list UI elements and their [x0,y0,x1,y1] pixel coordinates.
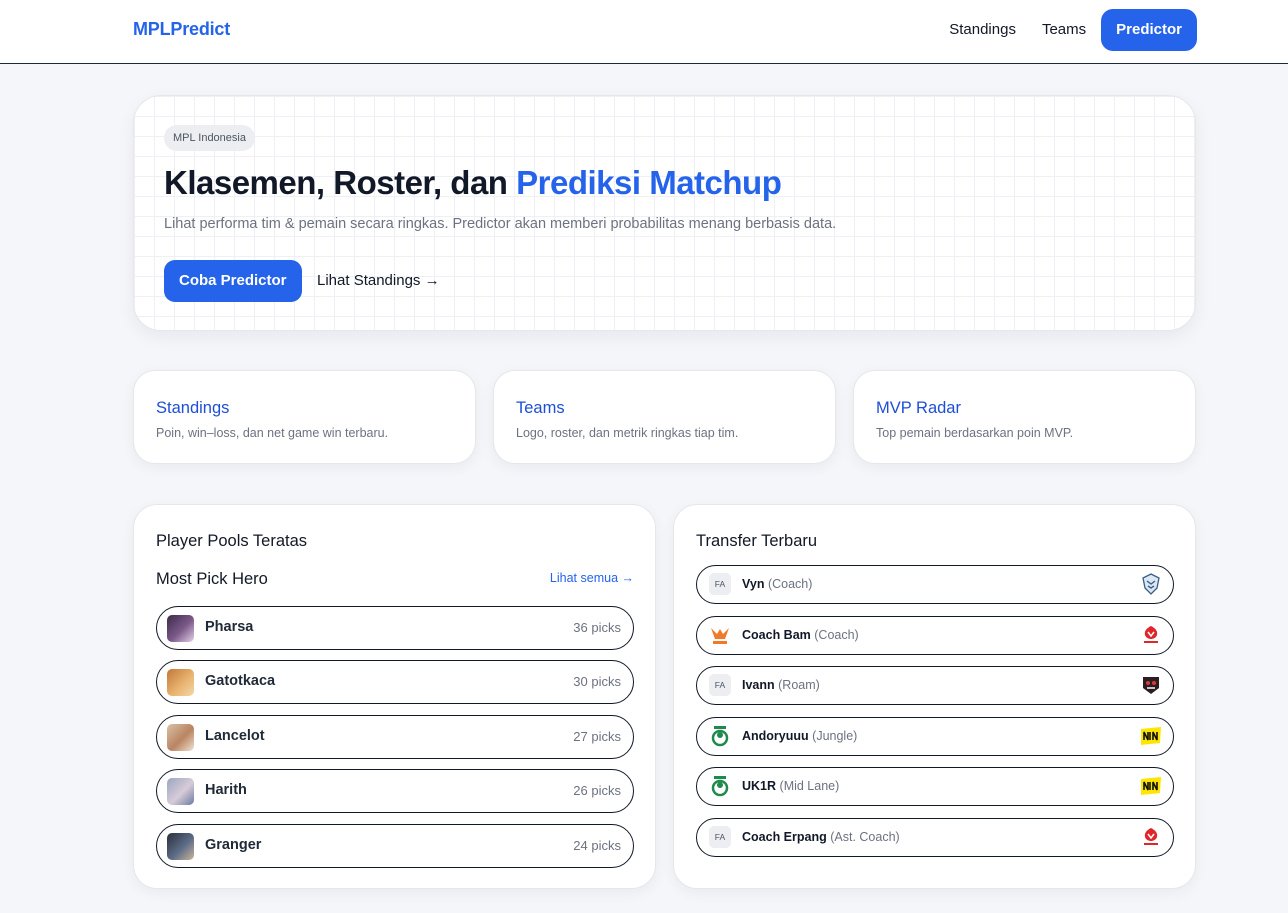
hero-picks: 24 picks [573,838,621,853]
transfer-player: Coach Erpang (Ast. Coach) [742,830,900,844]
hero-avatar-gatotkaca [167,669,194,696]
hero-picks: 30 picks [573,674,621,689]
feature-desc: Poin, win–loss, dan net game win terbaru… [156,426,389,440]
hero-avatar-pharsa [167,615,194,642]
hero-avatar-lancelot [167,724,194,751]
navi-logo-icon [1141,777,1161,795]
panel-title: Player Pools Teratas [156,532,308,550]
hero-row[interactable]: Lancelot 27 picks [156,715,634,759]
hero-picks: 36 picks [573,620,621,635]
hero-title-accent: Prediksi Matchup [516,164,782,201]
feature-title: Standings [156,399,230,417]
hero-name: Pharsa [205,619,254,635]
transfer-row[interactable]: FA Ivann (Roam) [696,666,1174,705]
see-all-link[interactable]: Lihat semua → [550,571,634,585]
hero-name: Granger [205,837,262,853]
hero-subtitle: Lihat performa tim & pemain secara ringk… [164,216,837,232]
transfer-row[interactable]: Coach Bam (Coach) [696,616,1174,655]
hero-avatar-granger [167,833,194,860]
green-team-logo-icon [711,776,729,797]
transfer-row[interactable]: FA Vyn (Coach) [696,565,1174,604]
transfer-player: Vyn (Coach) [742,577,813,591]
league-badge: MPL Indonesia [164,125,255,151]
vitality-logo-icon [1144,626,1158,643]
hero-row[interactable]: Gatotkaca 30 picks [156,660,634,704]
nav-teams[interactable]: Teams [1029,9,1099,51]
transfer-player: Coach Bam (Coach) [742,628,859,642]
transfer-player: Ivann (Roam) [742,678,820,692]
transfers-panel: Transfer Terbaru FA Vyn (Coach) Coach Ba… [673,504,1196,889]
feature-title: Teams [516,399,565,417]
evos-logo-icon [1142,573,1160,595]
hero-row[interactable]: Granger 24 picks [156,824,634,868]
hero-name: Gatotkaca [205,673,276,689]
panel-title: Transfer Terbaru [696,532,818,550]
try-predictor-button[interactable]: Coba Predictor [164,260,302,302]
feature-desc: Logo, roster, dan metrik ringkas tiap ti… [516,426,739,440]
view-standings-link[interactable]: Lihat Standings → [317,260,440,302]
transfer-player: UK1R (Mid Lane) [742,779,840,793]
transfer-row[interactable]: UK1R (Mid Lane) [696,767,1174,806]
hero-title-prefix: Klasemen, Roster, dan [164,164,517,201]
player-pools-panel: Player Pools Teratas Most Pick Hero Liha… [133,504,656,889]
transfer-row[interactable]: FA Coach Erpang (Ast. Coach) [696,818,1174,857]
hero-picks: 27 picks [573,729,621,744]
feature-title: MVP Radar [876,399,961,417]
feature-card-mvp-radar[interactable]: MVP Radar Top pemain berdasarkan poin MV… [853,370,1196,464]
free-agent-badge: FA [709,826,731,848]
main-nav: Standings Teams Predictor [936,9,1197,51]
feature-desc: Top pemain berdasarkan poin MVP. [876,426,1074,440]
vitality-logo-icon [1144,828,1158,845]
nav-standings[interactable]: Standings [936,9,1029,51]
hero-picks: 26 picks [573,783,621,798]
transfer-player: Andoryuuu (Jungle) [742,729,858,743]
geek-fam-logo-icon [1143,677,1159,694]
hero-row[interactable]: Harith 26 picks [156,769,634,813]
rebellion-logo-icon [711,628,729,644]
navi-logo-icon [1141,727,1161,745]
nav-predictor-button[interactable]: Predictor [1101,9,1197,51]
green-team-logo-icon [711,726,729,747]
brand-logo[interactable]: MPLPredict [133,19,230,40]
free-agent-badge: FA [709,674,731,696]
hero-avatar-harith [167,778,194,805]
hero-name: Lancelot [205,728,265,744]
top-navbar: MPLPredict Standings Teams Predictor [0,0,1288,64]
feature-card-teams[interactable]: Teams Logo, roster, dan metrik ringkas t… [493,370,836,464]
hero-name: Harith [205,782,247,798]
feature-card-standings[interactable]: Standings Poin, win–loss, dan net game w… [133,370,476,464]
free-agent-badge: FA [709,573,731,595]
transfer-row[interactable]: Andoryuuu (Jungle) [696,717,1174,756]
most-pick-title: Most Pick Hero [156,570,268,588]
hero-title: Klasemen, Roster, dan Prediksi Matchup [164,164,782,202]
hero-row[interactable]: Pharsa 36 picks [156,606,634,650]
hero-card: MPL Indonesia Klasemen, Roster, dan Pred… [133,95,1196,331]
